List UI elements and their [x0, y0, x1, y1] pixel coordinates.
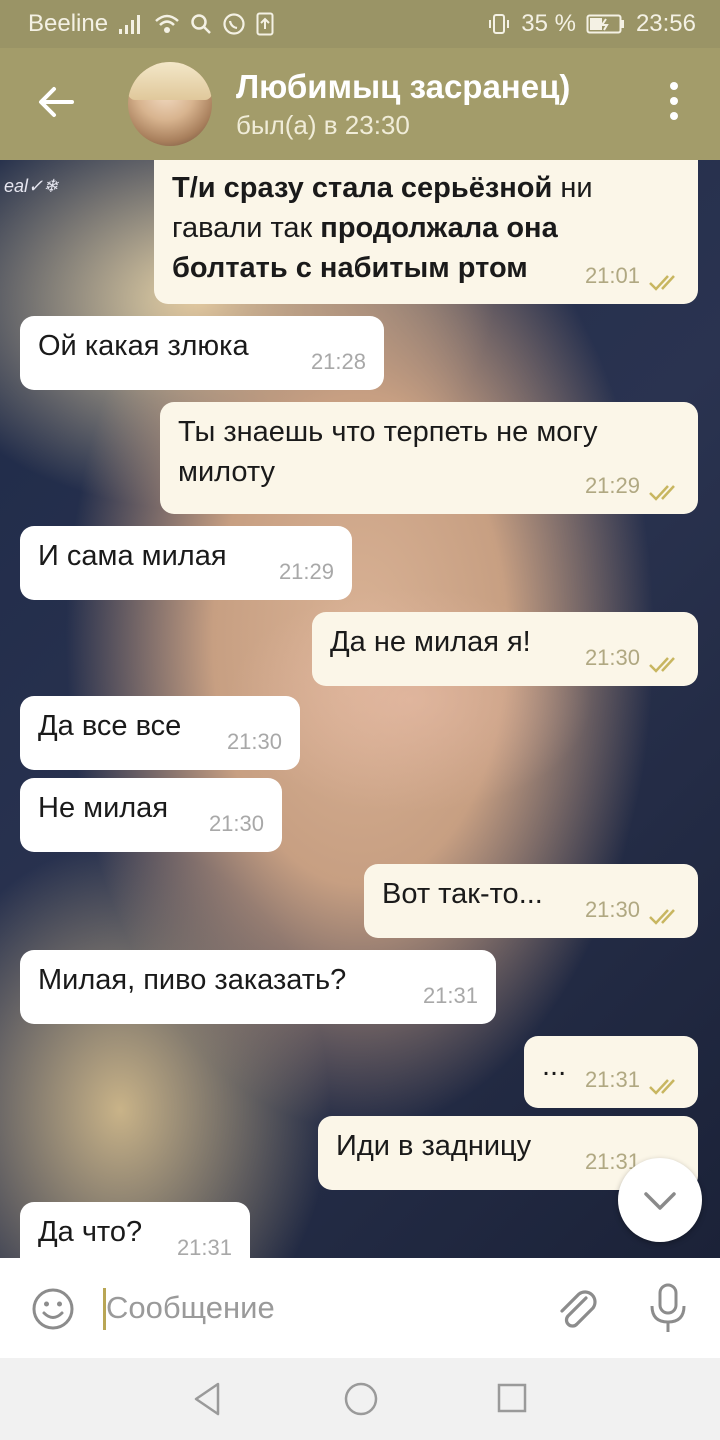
upload-icon: [256, 12, 274, 36]
scroll-to-bottom-button[interactable]: [618, 1158, 702, 1242]
search-icon: [191, 14, 211, 34]
message-text: ...: [542, 1050, 567, 1082]
message-bubble[interactable]: Ой какая злюка 21:28: [20, 316, 384, 390]
chevron-down-icon: [644, 1192, 676, 1210]
message-bubble[interactable]: Т/и сразу стала серьёзной ни гавали так …: [154, 160, 698, 304]
message-bubble[interactable]: Ты знаешь что терпеть не могу милоту 21:…: [160, 402, 698, 514]
avatar[interactable]: [128, 62, 212, 146]
message-composer: [0, 1258, 720, 1358]
message-bubble[interactable]: Вот так-то... 21:30: [364, 864, 698, 938]
double-check-icon: [649, 1079, 675, 1095]
chat-area[interactable]: eal✓❄ Т/и сразу стала серьёзной ни гавал…: [0, 160, 720, 1258]
status-bar: Beeline 35 % 23:56: [0, 0, 720, 48]
message-time: 21:31: [176, 1235, 232, 1258]
signal-icon: [119, 15, 141, 34]
battery-icon: [586, 14, 624, 34]
emoji-icon[interactable]: [30, 1286, 76, 1332]
message-time: 21:31: [584, 1067, 640, 1092]
message-bubble[interactable]: Милая, пиво заказать? 21:31: [20, 950, 496, 1024]
wallpaper-watermark: eal✓❄: [4, 176, 59, 196]
message-input[interactable]: [106, 1282, 526, 1334]
message-text: Иди в задницу: [336, 1130, 532, 1162]
message-time: 21:01: [584, 263, 640, 288]
message-time: 21:30: [584, 645, 640, 670]
message-text: Да не милая я!: [330, 626, 531, 658]
double-check-icon: [649, 275, 675, 291]
message-bubble[interactable]: Да все все 21:30: [20, 696, 300, 770]
double-check-icon: [649, 657, 675, 673]
message-time: 21:30: [226, 729, 282, 754]
message-time: 21:30: [208, 811, 264, 836]
whatsapp-icon: [223, 13, 245, 35]
message-text: Ой какая злюка: [38, 330, 249, 362]
back-arrow-icon[interactable]: [32, 78, 80, 126]
vibrate-icon: [489, 14, 510, 34]
message-text: Да все все: [38, 710, 182, 742]
wifi-icon: [155, 14, 179, 33]
clock: 23:56: [635, 10, 696, 37]
message-time: 21:30: [584, 897, 640, 922]
attach-icon[interactable]: [552, 1284, 600, 1332]
system-nav-bar: [0, 1358, 720, 1440]
message-text: Т/и сразу стала серьёзной: [172, 172, 553, 204]
double-check-icon: [649, 909, 675, 925]
message-text: Не милая: [38, 792, 169, 824]
nav-recents-icon[interactable]: [496, 1382, 528, 1414]
message-text: И сама милая: [38, 540, 227, 572]
message-text: Милая, пиво заказать?: [38, 964, 347, 996]
message-bubble[interactable]: И сама милая 21:29: [20, 526, 352, 600]
message-bubble[interactable]: Не милая 21:30: [20, 778, 282, 852]
message-time: 21:29: [278, 559, 334, 584]
chat-header: Любимыц засранец) был(а) в 23:30: [0, 48, 720, 160]
more-vert-icon[interactable]: [670, 82, 680, 126]
message-bubble[interactable]: ... 21:31: [524, 1036, 698, 1108]
nav-home-icon[interactable]: [342, 1380, 380, 1418]
carrier-label: Beeline: [28, 10, 109, 37]
message-text: Да что?: [38, 1216, 143, 1248]
message-text: Ты знаешь что терпеть не могу милоту: [178, 416, 598, 488]
battery-percent: 35 %: [521, 10, 576, 37]
mic-icon[interactable]: [646, 1282, 690, 1334]
message-text: Вот так-то...: [382, 878, 543, 910]
last-seen-status: был(а) в 23:30: [236, 110, 410, 140]
message-time: 21:28: [310, 349, 366, 374]
contact-name[interactable]: Любимыц засранец): [236, 68, 570, 106]
nav-back-icon[interactable]: [190, 1380, 224, 1418]
message-time: 21:29: [584, 473, 640, 498]
message-bubble[interactable]: Да не милая я! 21:30: [312, 612, 698, 686]
message-bubble[interactable]: Да что? 21:31: [20, 1202, 250, 1258]
message-time: 21:31: [422, 983, 478, 1008]
double-check-icon: [649, 485, 675, 501]
